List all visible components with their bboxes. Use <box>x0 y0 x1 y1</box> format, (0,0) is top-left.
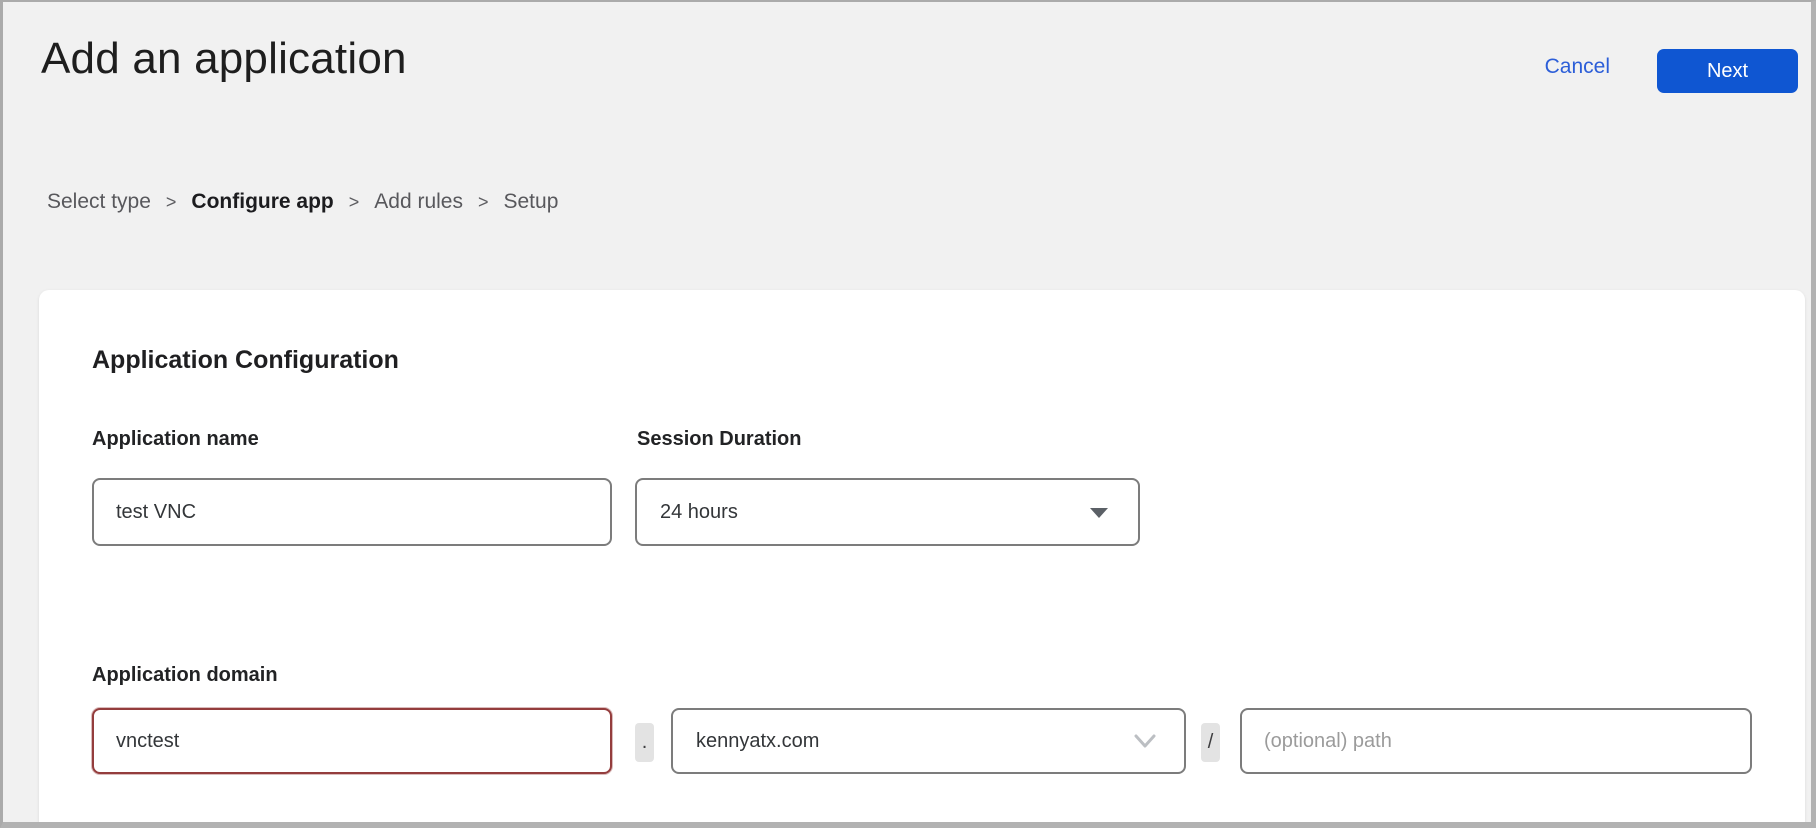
breadcrumb-separator: > <box>349 192 360 213</box>
application-name-input[interactable] <box>92 478 612 546</box>
breadcrumb-step-select-type[interactable]: Select type <box>47 190 151 214</box>
caret-down-icon <box>1090 508 1108 518</box>
section-title: Application Configuration <box>92 346 399 375</box>
application-configuration-card: Application Configuration Application na… <box>39 290 1805 828</box>
page-title: Add an application <box>41 34 407 84</box>
add-application-page: Add an application Cancel Next Select ty… <box>0 0 1816 828</box>
path-input[interactable] <box>1240 708 1752 774</box>
dot-separator: . <box>635 723 654 762</box>
domain-select-value: kennyatx.com <box>696 730 819 753</box>
session-duration-value: 24 hours <box>660 501 738 524</box>
breadcrumb-step-add-rules[interactable]: Add rules <box>374 190 463 214</box>
breadcrumb: Select type > Configure app > Add rules … <box>47 190 558 214</box>
application-domain-label: Application domain <box>92 664 278 687</box>
breadcrumb-separator: > <box>166 192 177 213</box>
breadcrumb-step-configure-app[interactable]: Configure app <box>191 190 333 214</box>
domain-select[interactable]: kennyatx.com <box>671 708 1186 774</box>
slash-separator: / <box>1201 723 1220 762</box>
session-duration-label: Session Duration <box>637 428 801 451</box>
subdomain-input[interactable] <box>92 708 612 774</box>
chevron-down-icon <box>1134 734 1156 748</box>
application-name-label: Application name <box>92 428 259 451</box>
next-button[interactable]: Next <box>1657 49 1798 93</box>
breadcrumb-step-setup[interactable]: Setup <box>504 190 559 214</box>
session-duration-select[interactable]: 24 hours <box>635 478 1140 546</box>
cancel-button[interactable]: Cancel <box>1545 55 1610 79</box>
breadcrumb-separator: > <box>478 192 489 213</box>
